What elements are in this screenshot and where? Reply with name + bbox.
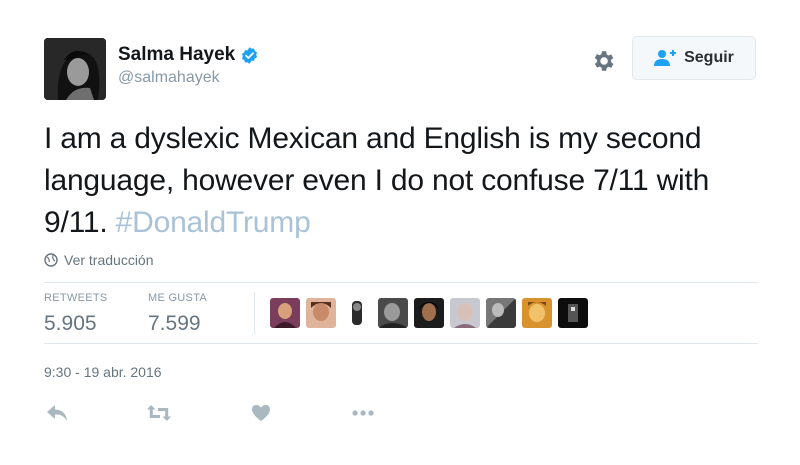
likers-avatars <box>270 298 588 328</box>
retweet-stat[interactable]: RETWEETS 5.905 <box>44 292 108 336</box>
author-avatar[interactable] <box>44 38 106 100</box>
tweet-header: Salma Hayek @salmahayek Seguir <box>44 36 760 100</box>
like-count: 7.599 <box>148 312 201 335</box>
tweet-timestamp[interactable]: 9:30 - 19 abr. 2016 <box>44 364 162 380</box>
retweet-count: 5.905 <box>44 312 97 335</box>
translate-label: Ver traducción <box>64 252 154 268</box>
liker-avatar[interactable] <box>414 298 444 328</box>
liker-avatar[interactable] <box>522 298 552 328</box>
like-label: ME GUSTA <box>148 292 208 304</box>
add-user-icon <box>654 50 677 66</box>
tweet-text: I am a dyslexic Mexican and English is m… <box>44 118 760 244</box>
stats-divider <box>254 292 255 334</box>
like-stat[interactable]: ME GUSTA 7.599 <box>148 292 207 336</box>
liker-avatar[interactable] <box>270 298 300 328</box>
more-button[interactable] <box>350 400 376 426</box>
follow-button-label: Seguir <box>684 49 734 66</box>
liker-avatar[interactable] <box>306 298 336 328</box>
liker-avatar[interactable] <box>486 298 516 328</box>
heart-icon <box>252 405 270 421</box>
divider-bottom <box>44 343 758 344</box>
hashtag-link[interactable]: #DonaldTrump <box>116 206 311 239</box>
liker-avatar[interactable] <box>450 298 480 328</box>
liker-avatar[interactable] <box>342 298 372 328</box>
author-info: Salma Hayek @salmahayek <box>118 44 259 87</box>
globe-icon <box>44 253 58 267</box>
tweet-actions <box>44 400 376 426</box>
follow-button[interactable]: Seguir <box>632 36 756 80</box>
author-handle[interactable]: @salmahayek <box>118 69 259 87</box>
retweet-icon <box>147 405 171 421</box>
liker-avatar[interactable] <box>378 298 408 328</box>
author-name[interactable]: Salma Hayek <box>118 44 235 66</box>
reply-icon <box>47 405 67 421</box>
liker-avatar[interactable] <box>558 298 588 328</box>
like-button[interactable] <box>248 400 274 426</box>
divider-top <box>44 282 758 283</box>
verified-badge-icon <box>242 46 258 64</box>
retweet-label: RETWEETS <box>44 292 108 304</box>
reply-button[interactable] <box>44 400 70 426</box>
more-icon <box>352 410 374 416</box>
retweet-button[interactable] <box>146 400 172 426</box>
translate-link[interactable]: Ver traducción <box>44 252 154 268</box>
gear-icon[interactable] <box>590 48 616 74</box>
